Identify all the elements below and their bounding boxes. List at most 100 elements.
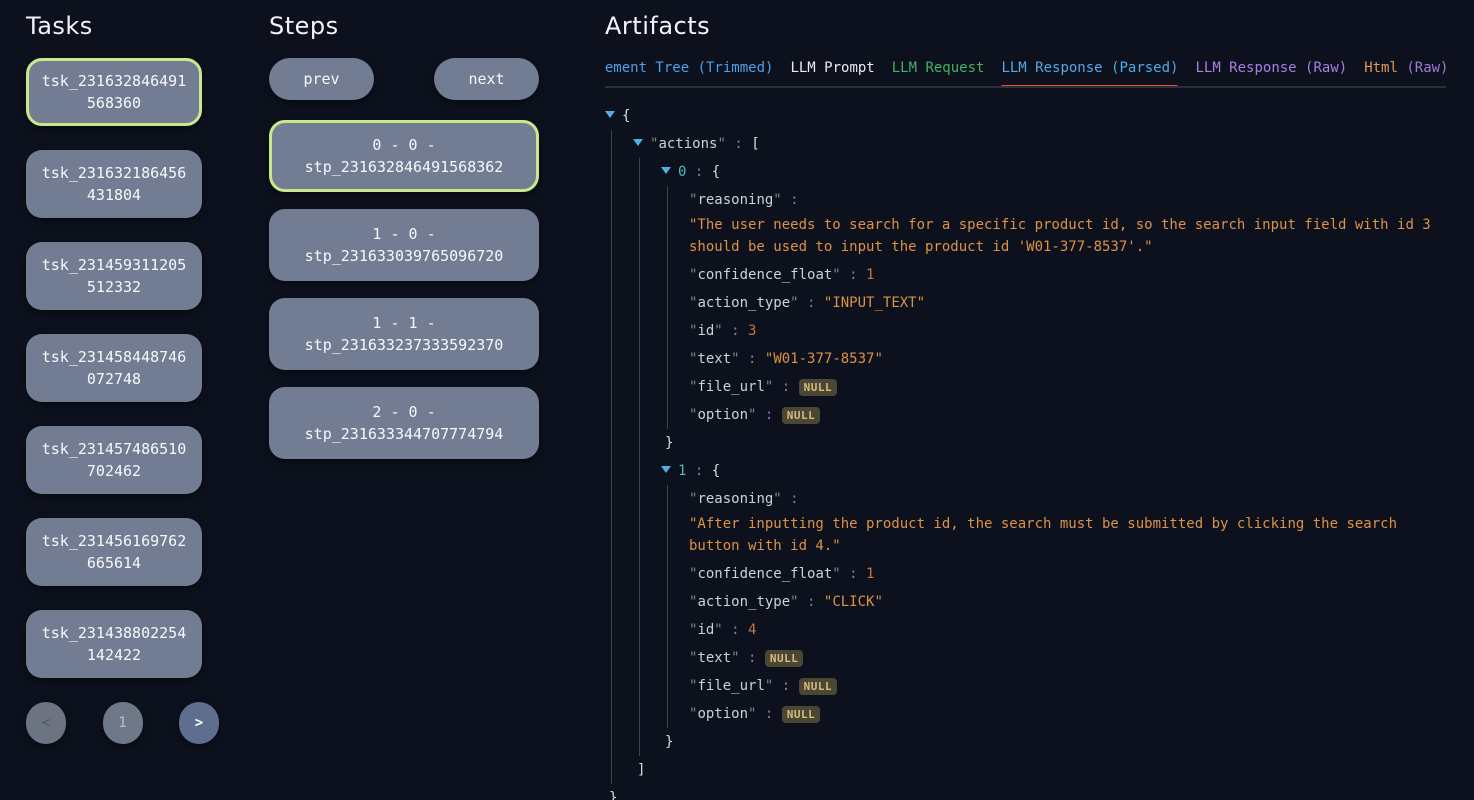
tab-llm-response-parsed[interactable]: LLM Response (Parsed) xyxy=(1001,60,1178,86)
tab-llm-response-raw[interactable]: LLM Response (Raw) xyxy=(1195,60,1347,86)
json-line: "option" : NULL xyxy=(689,401,1446,429)
json-quote: " xyxy=(832,267,840,283)
json-children: "reasoning" :"The user needs to search f… xyxy=(667,186,1446,429)
json-line: ] xyxy=(633,756,1446,784)
task-button[interactable]: tsk_231458448746072748 xyxy=(26,334,202,402)
json-tree-viewer: {"actions" : [0 : {"reasoning" :"The use… xyxy=(605,102,1446,800)
json-number-value: 1 xyxy=(866,267,874,283)
task-button[interactable]: tsk_231456169762665614 xyxy=(26,518,202,586)
json-null-badge: NULL xyxy=(782,407,821,424)
json-node: 0 : {"reasoning" :"The user needs to sea… xyxy=(661,158,1446,457)
json-colon: : xyxy=(799,295,824,311)
json-quote: " xyxy=(731,351,739,367)
json-quote: " xyxy=(832,566,840,582)
json-colon: : xyxy=(773,379,798,395)
collapse-toggle-icon[interactable] xyxy=(605,111,615,118)
collapse-toggle-icon[interactable] xyxy=(661,167,671,174)
json-quote: " xyxy=(714,323,722,339)
json-key: option xyxy=(697,407,748,423)
task-button[interactable]: tsk_231459311205512332 xyxy=(26,242,202,310)
json-key: confidence_float xyxy=(697,267,832,283)
json-null-badge: NULL xyxy=(765,650,804,667)
json-colon: : xyxy=(723,622,748,638)
json-null-badge: NULL xyxy=(799,678,838,695)
json-colon: : xyxy=(740,650,765,666)
json-quote: " xyxy=(731,650,739,666)
tab-html-raw[interactable]: Html (Raw) xyxy=(1364,60,1446,86)
json-line: "text" : NULL xyxy=(689,644,1446,672)
json-colon: : xyxy=(723,323,748,339)
json-key: actions xyxy=(658,136,717,152)
json-line: "file_url" : NULL xyxy=(689,373,1446,401)
tab-label: LLM Request xyxy=(892,60,985,76)
json-colon: : xyxy=(726,136,751,152)
artifacts-title: Artifacts xyxy=(605,12,1446,40)
json-line: "reasoning" : xyxy=(689,485,1446,513)
json-line: 1 : { xyxy=(661,457,1446,485)
json-colon: : xyxy=(740,351,765,367)
json-colon: : xyxy=(782,192,799,208)
json-line: "After inputting the product id, the sea… xyxy=(689,513,1446,560)
json-colon: : xyxy=(799,594,824,610)
json-number-value: 4 xyxy=(748,622,756,638)
next-step-button[interactable]: next xyxy=(434,58,539,100)
json-key: file_url xyxy=(697,379,764,395)
tab-element-tree-trimmed[interactable]: Element Tree (Trimmed) xyxy=(605,60,773,86)
step-button[interactable]: 2 - 0 - stp_231633344707774794 xyxy=(269,387,539,459)
json-line: } xyxy=(605,784,1446,800)
tab-llm-request[interactable]: LLM Request xyxy=(892,60,985,86)
json-line: "actions" : [ xyxy=(633,130,1446,158)
step-button[interactable]: 1 - 1 - stp_231633237333592370 xyxy=(269,298,539,370)
tab-label: Element Tree (Trimmed) xyxy=(605,60,773,76)
json-line: "action_type" : "INPUT_TEXT" xyxy=(689,289,1446,317)
artifact-tabbar: Element Tree (Trimmed) LLM Prompt LLM Requ… xyxy=(605,60,1446,88)
collapse-toggle-icon[interactable] xyxy=(633,139,643,146)
tasks-title: Tasks xyxy=(26,12,202,40)
step-nav-row: prev next xyxy=(269,58,539,100)
json-key: option xyxy=(697,706,748,722)
json-open-bracket: { xyxy=(712,164,720,180)
task-button[interactable]: tsk_231457486510702462 xyxy=(26,426,202,494)
task-button[interactable]: tsk_231632186456431804 xyxy=(26,150,202,218)
json-string-value: "CLICK" xyxy=(824,594,883,610)
json-quote: " xyxy=(773,192,781,208)
json-children: "reasoning" :"After inputting the produc… xyxy=(667,485,1446,728)
json-line: "action_type" : "CLICK" xyxy=(689,588,1446,616)
json-number-value: 1 xyxy=(866,566,874,582)
json-colon: : xyxy=(756,407,781,423)
json-colon: : xyxy=(756,706,781,722)
artifacts-panel: Artifacts Element Tree (Trimmed) LLM Prom… xyxy=(605,12,1446,800)
json-colon: : xyxy=(841,267,866,283)
json-quote: " xyxy=(714,622,722,638)
json-key: reasoning xyxy=(697,192,773,208)
task-button[interactable]: tsk_231438802254142422 xyxy=(26,610,202,678)
step-button[interactable]: 0 - 0 - stp_231632846491568362 xyxy=(269,120,539,192)
json-node: "actions" : [0 : {"reasoning" :"The user… xyxy=(633,130,1446,784)
json-line: "id" : 3 xyxy=(689,317,1446,345)
pagination-page-1-button[interactable]: 1 xyxy=(103,702,143,744)
tab-llm-prompt[interactable]: LLM Prompt xyxy=(790,60,874,86)
step-button[interactable]: 1 - 0 - stp_231633039765096720 xyxy=(269,209,539,281)
json-colon: : xyxy=(782,491,799,507)
pagination-next-button[interactable]: > xyxy=(179,702,219,744)
json-null-badge: NULL xyxy=(782,706,821,723)
prev-step-button[interactable]: prev xyxy=(269,58,374,100)
json-line: "text" : "W01-377-8537" xyxy=(689,345,1446,373)
json-key: action_type xyxy=(697,594,790,610)
tab-label: LLM Response (Parsed) xyxy=(1001,60,1178,76)
json-number-value: 3 xyxy=(748,323,756,339)
collapse-toggle-icon[interactable] xyxy=(661,466,671,473)
pagination-prev-button[interactable]: < xyxy=(26,702,66,744)
task-button[interactable]: tsk_231632846491568360 xyxy=(26,58,202,126)
json-children: "actions" : [0 : {"reasoning" :"The user… xyxy=(611,130,1446,784)
step-list: 0 - 0 - stp_231632846491568362 1 - 0 - st… xyxy=(269,120,539,459)
tab-label-suffix: (Raw) xyxy=(1398,60,1446,76)
json-node: {"actions" : [0 : {"reasoning" :"The use… xyxy=(605,102,1446,800)
json-line: "reasoning" : xyxy=(689,186,1446,214)
json-close-bracket: } xyxy=(665,435,673,451)
tab-label: LLM Prompt xyxy=(790,60,874,76)
json-line: } xyxy=(661,429,1446,457)
json-open-bracket: { xyxy=(712,463,720,479)
steps-panel: Steps prev next 0 - 0 - stp_231632846491… xyxy=(269,12,539,476)
json-open-bracket: { xyxy=(622,108,630,124)
